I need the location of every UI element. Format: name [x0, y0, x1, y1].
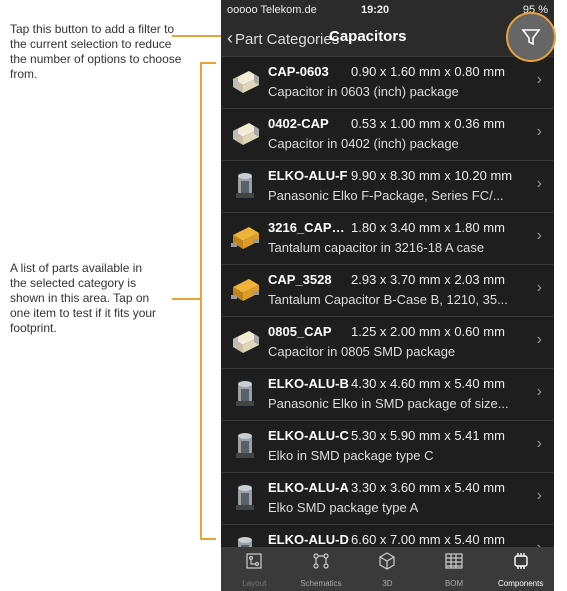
tab-3d[interactable]: 3D: [354, 547, 421, 591]
part-dimensions: 3.30 x 3.60 mm x 5.40 mm: [351, 480, 505, 495]
tab-label: Components: [497, 578, 544, 588]
part-description: Tantalum Capacitor B-Case B, 1210, 35...: [268, 292, 508, 307]
chevron-right-icon: ›: [536, 227, 542, 244]
part-description: Elko in SMD package type C: [268, 448, 434, 463]
part-name: CAP-0603: [268, 64, 329, 79]
list-item[interactable]: ELKO-ALU-C 5.30 x 5.90 mm x 5.41 mm Elko i…: [221, 421, 554, 473]
phone-screen: ooooo Telekom.de 19:20 95 % ‹ Part Catego…: [221, 0, 554, 591]
part-name: ELKO-ALU-B: [268, 376, 349, 391]
electrolytic-cap-icon: [229, 379, 261, 409]
list-bracket: [200, 62, 202, 540]
tab-schematics[interactable]: Schematics: [288, 547, 355, 591]
list-item[interactable]: 0402-CAP 0.53 x 1.00 mm x 0.36 mm Capacito…: [221, 109, 554, 161]
list-callout-line: [172, 298, 202, 300]
part-description: Capacitor in 0805 SMD package: [268, 344, 456, 359]
part-name: ELKO-ALU-D: [268, 532, 349, 547]
tantalum-cap-icon: [229, 223, 261, 253]
list-item[interactable]: 3216_CAP_A... 1.80 x 3.40 mm x 1.80 mm Tan…: [221, 213, 554, 265]
electrolytic-cap-icon: [229, 535, 261, 547]
nav-bar: ‹ Part Categories Capacitors: [221, 20, 554, 57]
schematics-icon: [311, 551, 331, 576]
tab-bom[interactable]: BOM: [421, 547, 488, 591]
list-item[interactable]: 0805_CAP 1.25 x 2.00 mm x 0.60 mm Capacito…: [221, 317, 554, 369]
part-dimensions: 6.60 x 7.00 mm x 5.40 mm: [351, 532, 505, 547]
part-name: 0805_CAP: [268, 324, 332, 339]
part-dimensions: 2.93 x 3.70 mm x 2.03 mm: [351, 272, 505, 287]
part-dimensions: 0.90 x 1.60 mm x 0.80 mm: [351, 64, 505, 79]
chevron-right-icon: ›: [536, 435, 542, 452]
tab-components[interactable]: Components: [487, 547, 554, 591]
bom-grid-icon: [444, 551, 464, 576]
electrolytic-cap-icon: [229, 431, 261, 461]
chevron-right-icon: ›: [536, 175, 542, 192]
tab-layout[interactable]: Layout: [221, 547, 288, 591]
tantalum-cap-icon: [229, 275, 261, 305]
list-item[interactable]: CAP-0603 0.90 x 1.60 mm x 0.80 mm Capacito…: [221, 57, 554, 109]
part-dimensions: 5.30 x 5.90 mm x 5.41 mm: [351, 428, 505, 443]
list-bracket-top: [200, 62, 216, 64]
layout-icon: [244, 551, 264, 576]
chip-icon: [511, 551, 531, 576]
chevron-right-icon: ›: [536, 123, 542, 140]
filter-button[interactable]: [506, 12, 556, 62]
list-item[interactable]: ELKO-ALU-F 9.90 x 8.30 mm x 10.20 mm Panas…: [221, 161, 554, 213]
electrolytic-cap-icon: [229, 171, 261, 201]
part-name: 3216_CAP_A...: [268, 220, 350, 235]
page-title: Capacitors: [329, 28, 407, 45]
ceramic-chip-icon: [229, 119, 261, 149]
electrolytic-cap-icon: [229, 483, 261, 513]
filter-annotation: Tap this button to add a filter to the c…: [10, 22, 182, 81]
clock: 19:20: [361, 4, 390, 16]
tab-label: BOM: [444, 578, 464, 588]
chevron-right-icon: ›: [536, 383, 542, 400]
chevron-right-icon: ›: [537, 539, 542, 547]
chevron-left-icon: ‹: [227, 28, 233, 48]
chevron-right-icon: ›: [536, 71, 542, 88]
parts-list[interactable]: CAP-0603 0.90 x 1.60 mm x 0.80 mm Capacito…: [221, 57, 554, 547]
tab-label: 3D: [382, 578, 393, 588]
chevron-right-icon: ›: [536, 279, 542, 296]
part-description: Panasonic Elko F-Package, Series FC/...: [268, 188, 504, 203]
part-dimensions: 9.90 x 8.30 mm x 10.20 mm: [351, 168, 513, 183]
part-description: Capacitor in 0603 (inch) package: [268, 84, 459, 99]
ceramic-chip-icon: [229, 67, 261, 97]
part-name: ELKO-ALU-F: [268, 168, 348, 183]
part-dimensions: 0.53 x 1.00 mm x 0.36 mm: [351, 116, 505, 131]
list-item[interactable]: ELKO-ALU-A 3.30 x 3.60 mm x 5.40 mm Elko S…: [221, 473, 554, 525]
part-name: ELKO-ALU-A: [268, 480, 349, 495]
list-item[interactable]: ELKO-ALU-B 4.30 x 4.60 mm x 5.40 mm Panaso…: [221, 369, 554, 421]
part-description: Capacitor in 0402 (inch) package: [268, 136, 459, 151]
part-name: ELKO-ALU-C: [268, 428, 349, 443]
chevron-right-icon: ›: [536, 487, 542, 504]
list-item[interactable]: ELKO-ALU-D6.60 x 7.00 mm x 5.40 mm ›: [221, 525, 554, 547]
part-dimensions: 1.25 x 2.00 mm x 0.60 mm: [351, 324, 505, 339]
part-description: Elko SMD package type A: [268, 500, 419, 515]
chevron-right-icon: ›: [536, 331, 542, 348]
tab-label: Layout: [242, 578, 267, 588]
tab-label: Schematics: [300, 578, 342, 588]
part-dimensions: 4.30 x 4.60 mm x 5.40 mm: [351, 376, 505, 391]
part-name: 0402-CAP: [268, 116, 329, 131]
list-item[interactable]: CAP_3528 2.93 x 3.70 mm x 2.03 mm Tantalum…: [221, 265, 554, 317]
back-label: Part Categories: [235, 31, 340, 48]
back-button[interactable]: ‹ Part Categories: [227, 28, 339, 49]
filter-funnel-icon: [521, 29, 541, 46]
cube-icon: [377, 551, 397, 576]
list-bracket-bottom: [200, 538, 216, 540]
part-dimensions: 1.80 x 3.40 mm x 1.80 mm: [351, 220, 505, 235]
ceramic-chip-icon: [229, 327, 261, 357]
carrier-label: ooooo Telekom.de: [227, 4, 317, 16]
tab-bar: Layout Schematics 3D BOM Components: [221, 547, 554, 591]
part-description: Panasonic Elko in SMD package of size...: [268, 396, 509, 411]
status-bar: ooooo Telekom.de 19:20 95 %: [221, 0, 554, 20]
part-description: Tantalum capacitor in 3216-18 A case: [268, 240, 485, 255]
part-name: CAP_3528: [268, 272, 332, 287]
list-annotation: A list of parts available in the selecte…: [10, 261, 157, 335]
